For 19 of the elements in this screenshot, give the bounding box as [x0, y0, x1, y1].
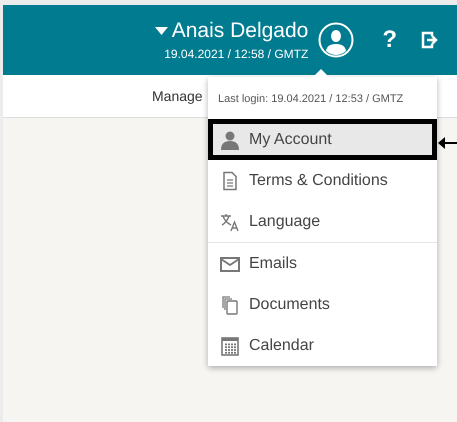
menu-item[interactable]: Emails	[208, 243, 437, 284]
menu-item[interactable]: Documents	[208, 284, 437, 325]
menu-item[interactable]: Language	[208, 201, 437, 242]
caret-icon	[154, 27, 168, 35]
user-avatar-icon[interactable]	[318, 22, 354, 58]
logout-icon[interactable]	[421, 31, 439, 49]
pointer-arrow	[438, 137, 457, 149]
help-button[interactable]: ?	[378, 26, 401, 54]
menu-item[interactable]: Terms & Conditions	[208, 160, 437, 201]
documents-icon	[220, 294, 240, 314]
manage-label: Manage	[152, 88, 203, 104]
menu-item[interactable]: Calendar	[208, 325, 437, 366]
last-login-text: Last login: 19.04.2021 / 12:53 / GMTZ	[217, 92, 404, 107]
session-datetime: 19.04.2021 / 12:58 / GMTZ	[164, 47, 308, 61]
translate-icon	[220, 212, 240, 232]
calendar-icon	[220, 336, 240, 356]
menu-item[interactable]: My Account	[208, 119, 437, 160]
person-icon	[220, 130, 240, 150]
user-name[interactable]: Anais Delgado	[154, 19, 308, 43]
